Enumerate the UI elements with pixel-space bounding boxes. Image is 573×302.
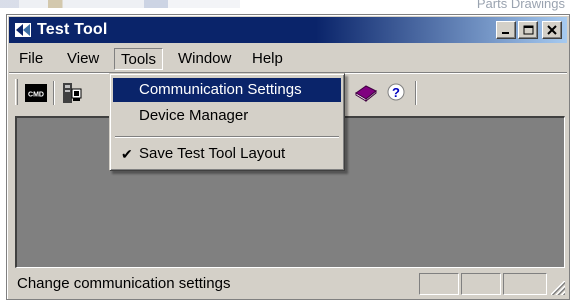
book-icon: [355, 85, 377, 103]
menu-file[interactable]: File: [13, 48, 49, 70]
title-bar[interactable]: Test Tool: [9, 17, 567, 43]
menu-window[interactable]: Window: [172, 48, 237, 70]
menu-item-label: Communication Settings: [139, 81, 302, 98]
minimize-icon: [502, 32, 509, 34]
book-button[interactable]: [353, 81, 379, 105]
toolbar-grip[interactable]: [15, 79, 18, 105]
toolbar-separator: [415, 81, 417, 105]
device-button[interactable]: [59, 81, 85, 105]
window-title: Test Tool: [37, 21, 108, 38]
toolbar-separator: [53, 81, 55, 105]
menu-item-label: Save Test Tool Layout: [139, 145, 286, 162]
desktop-icons-strip: [0, 0, 240, 8]
help-button[interactable]: ?: [383, 81, 409, 105]
menu-tools[interactable]: Tools: [114, 48, 164, 70]
cmd-icon: CMD: [25, 84, 47, 102]
maximize-icon: [523, 25, 533, 35]
minimize-button[interactable]: [496, 21, 516, 39]
close-button[interactable]: [542, 21, 562, 39]
menu-item-save-test-tool-layout[interactable]: ✔ Save Test Tool Layout: [113, 142, 341, 166]
device-icon: [63, 83, 82, 103]
menu-help[interactable]: Help: [246, 48, 289, 70]
menu-bar: File View Tools Window Help: [9, 45, 567, 71]
cmd-button[interactable]: CMD: [23, 81, 49, 105]
cmd-icon-label: CMD: [28, 92, 44, 99]
menu-item-communication-settings[interactable]: Communication Settings: [113, 78, 341, 102]
menu-item-device-manager[interactable]: Device Manager: [113, 104, 341, 128]
tools-dropdown-menu: Communication Settings Device Manager ✔ …: [109, 73, 345, 171]
help-icon-glyph: ?: [392, 85, 400, 100]
checkmark-icon: ✔: [121, 146, 133, 162]
resize-grip[interactable]: [551, 281, 565, 295]
maximize-button[interactable]: [518, 21, 538, 39]
status-panel: [419, 273, 459, 295]
menu-item-label: Device Manager: [139, 107, 249, 124]
app-icon[interactable]: [14, 21, 32, 39]
help-icon: ?: [387, 83, 405, 101]
status-bar: Change communication settings: [9, 271, 567, 297]
close-icon: [547, 25, 557, 35]
status-panel: [461, 273, 501, 295]
menu-view[interactable]: View: [61, 48, 105, 70]
desktop-background-text: Parts Drawings: [476, 0, 565, 11]
status-text: Change communication settings: [17, 275, 231, 292]
status-panel: [503, 273, 547, 295]
menu-separator: [115, 136, 339, 138]
